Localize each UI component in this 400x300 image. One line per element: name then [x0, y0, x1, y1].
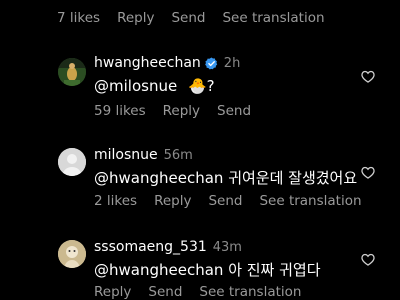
see-translation-button[interactable]: See translation: [199, 284, 301, 300]
like-heart-icon[interactable]: [361, 70, 375, 83]
mention-link[interactable]: @milosnue: [94, 77, 177, 95]
username[interactable]: milosnue: [94, 147, 158, 163]
avatar[interactable]: [58, 58, 86, 86]
send-button[interactable]: Send: [171, 10, 205, 26]
mention-link[interactable]: @hwangheechan: [94, 261, 223, 279]
comment-body-text: 귀여운데 잘생겼어요: [223, 169, 358, 187]
comment-sssomaeng: sssomaeng_531 43m @hwangheechan 아 진짜 귀엽다…: [0, 232, 400, 300]
likes-count[interactable]: 2 likes: [94, 193, 137, 209]
like-heart-icon[interactable]: [361, 253, 375, 266]
likes-count[interactable]: 59 likes: [94, 103, 146, 119]
reply-button[interactable]: Reply: [94, 284, 131, 300]
mention-link[interactable]: @hwangheechan: [94, 169, 223, 187]
comment-text: @milosnue 🐣?: [94, 77, 215, 95]
comment-body-text: 아 진짜 귀엽다: [223, 261, 321, 279]
comment-actions: 59 likes Reply Send: [94, 103, 251, 119]
comment-actions: 2 likes Reply Send See translation: [94, 193, 362, 209]
see-translation-button[interactable]: See translation: [259, 193, 361, 209]
comment-suffix: ?: [206, 77, 215, 95]
chick-emoji-icon: 🐣: [187, 77, 207, 95]
likes-count[interactable]: 7 likes: [57, 10, 100, 26]
comment-time: 56m: [163, 147, 193, 163]
reply-button[interactable]: Reply: [117, 10, 154, 26]
comment-actions: Reply Send See translation: [94, 284, 301, 300]
like-heart-icon[interactable]: [361, 166, 375, 179]
verified-badge-icon: [204, 56, 217, 69]
previous-comment-actions: 7 likes Reply Send See translation: [57, 10, 325, 26]
comment-username-row: milosnue 56m: [94, 147, 193, 163]
send-button[interactable]: Send: [208, 193, 242, 209]
username[interactable]: sssomaeng_531: [94, 239, 207, 255]
reply-button[interactable]: Reply: [163, 103, 200, 119]
comment-username-row: hwangheechan 2h: [94, 55, 240, 71]
send-button[interactable]: Send: [217, 103, 251, 119]
send-button[interactable]: Send: [148, 284, 182, 300]
comment-text: @hwangheechan 귀여운데 잘생겼어요: [94, 167, 357, 188]
avatar[interactable]: [58, 240, 86, 268]
avatar[interactable]: [58, 148, 86, 176]
username[interactable]: hwangheechan: [94, 55, 201, 71]
comment-text: @hwangheechan 아 진짜 귀엽다: [94, 259, 321, 280]
see-translation-button[interactable]: See translation: [222, 10, 324, 26]
reply-button[interactable]: Reply: [154, 193, 191, 209]
comment-time: 2h: [223, 55, 241, 71]
comment-milosnue: milosnue 56m @hwangheechan 귀여운데 잘생겼어요 2 …: [0, 140, 400, 220]
comment-hwangheechan: hwangheechan 2h @milosnue 🐣? 59 likes Re…: [0, 50, 400, 130]
comment-time: 43m: [212, 239, 242, 255]
comment-username-row: sssomaeng_531 43m: [94, 239, 242, 255]
